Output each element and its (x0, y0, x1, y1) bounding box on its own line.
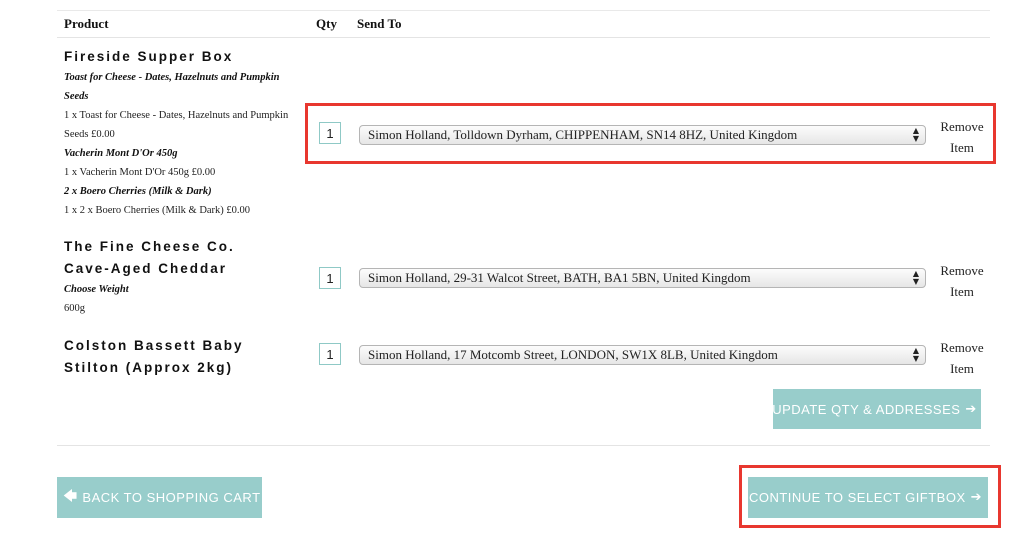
option-title: Toast for Cheese - Dates, Hazelnuts and … (64, 72, 280, 102)
option-title: Choose Weight (64, 284, 129, 295)
back-button-label: BACK TO SHOPPING CART (82, 490, 261, 505)
address-select[interactable]: Simon Holland, 29-31 Walcot Street, BATH… (359, 268, 926, 288)
arrow-left-icon: 🡄 (63, 488, 78, 504)
option-title: 2 x Boero Cherries (Milk & Dark) (64, 186, 212, 197)
remove-label: Remove (940, 340, 984, 355)
header-qty: Qty (316, 16, 337, 31)
back-to-shopping-cart-button[interactable]: 🡄 BACK TO SHOPPING CART (57, 477, 262, 518)
product-info-cave-aged-cheddar: The Fine Cheese Co. Cave-Aged Cheddar Ch… (64, 236, 304, 318)
product-info-fireside-supper-box: Fireside Supper Box Toast for Cheese - D… (64, 46, 304, 220)
updown-arrows-icon: ▲ ▼ (912, 346, 919, 363)
update-button-label: UPDATE QTY & ADDRESSES (772, 401, 961, 417)
remove-label: Remove (940, 263, 984, 278)
remove-item-link[interactable]: Remove Item (932, 337, 992, 379)
header-divider (57, 37, 990, 38)
product-name: Fireside Supper Box (64, 49, 234, 64)
remove-label: Remove (940, 119, 984, 134)
remove-label: Item (950, 361, 974, 376)
product-info-colston-bassett-stilton: Colston Bassett Baby Stilton (Approx 2kg… (64, 335, 304, 379)
arrow-right-icon: ➔ (965, 401, 977, 417)
address-select[interactable]: Simon Holland, 17 Motcomb Street, LONDON… (359, 345, 926, 365)
section-divider (57, 445, 990, 446)
qty-input[interactable]: 1 (319, 267, 341, 289)
product-name: The Fine Cheese Co. Cave-Aged Cheddar (64, 239, 235, 276)
address-selected-value: Simon Holland, Tolldown Dyrham, CHIPPENH… (368, 127, 798, 142)
address-select[interactable]: Simon Holland, Tolldown Dyrham, CHIPPENH… (359, 125, 926, 145)
updown-arrows-icon: ▲ ▼ (912, 126, 919, 143)
option-detail: 1 x 2 x Boero Cherries (Milk & Dark) £0.… (64, 205, 251, 216)
option-detail: 1 x Toast for Cheese - Dates, Hazelnuts … (64, 110, 289, 140)
update-qty-addresses-button[interactable]: UPDATE QTY & ADDRESSES ➔ (772, 389, 981, 429)
product-name: Colston Bassett Baby Stilton (Approx 2kg… (64, 338, 244, 375)
option-title: Vacherin Mont D'Or 450g (64, 148, 178, 159)
updown-arrows-icon: ▲ ▼ (912, 269, 919, 286)
option-detail: 1 x Vacherin Mont D'Or 450g £0.00 (64, 167, 216, 178)
top-divider (57, 10, 990, 11)
arrow-right-icon: ➔ (970, 490, 983, 505)
remove-item-link[interactable]: Remove Item (932, 260, 992, 302)
remove-label: Item (950, 284, 974, 299)
remove-label: Item (950, 140, 974, 155)
address-selected-value: Simon Holland, 17 Motcomb Street, LONDON… (368, 347, 778, 362)
continue-button-label: CONTINUE TO SELECT GIFTBOX (748, 490, 966, 505)
header-send-to: Send To (357, 16, 402, 31)
address-selected-value: Simon Holland, 29-31 Walcot Street, BATH… (368, 270, 751, 285)
header-product: Product (64, 16, 109, 31)
qty-input[interactable]: 1 (319, 343, 341, 365)
continue-to-select-giftbox-button[interactable]: CONTINUE TO SELECT GIFTBOX ➔ (748, 477, 988, 518)
remove-item-link[interactable]: Remove Item (932, 116, 992, 158)
option-detail: 600g (64, 303, 85, 314)
